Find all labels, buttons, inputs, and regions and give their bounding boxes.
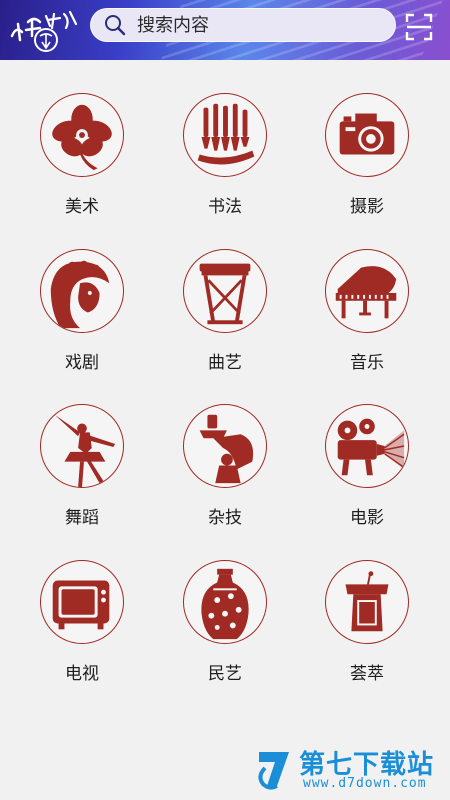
category-label: 荟萃 (350, 664, 384, 684)
category-quyi[interactable]: 曲艺 (170, 249, 280, 389)
podium-papercut-icon[interactable] (325, 560, 409, 644)
scan-icon[interactable] (404, 12, 434, 42)
top-header (0, 0, 450, 60)
search-input[interactable] (137, 14, 395, 36)
camera-papercut-icon[interactable] (325, 93, 409, 177)
search-icon[interactable] (101, 11, 129, 39)
opera-mask-papercut-icon[interactable] (40, 249, 124, 333)
app-logo[interactable] (6, 6, 82, 54)
watermark-url: www.d7down.com (303, 776, 427, 791)
projector-papercut-icon[interactable] (325, 404, 409, 488)
category-label: 电视 (65, 664, 99, 684)
category-photography[interactable]: 摄影 (312, 93, 422, 233)
watermark: 第七下载站 www.d7down.com (255, 744, 445, 796)
category-label: 杂技 (208, 508, 242, 528)
category-label: 曲艺 (208, 353, 242, 373)
piano-papercut-icon[interactable] (325, 249, 409, 333)
category-folk-art[interactable]: 民艺 (170, 560, 280, 700)
category-music[interactable]: 音乐 (312, 249, 422, 389)
flower-papercut-icon[interactable] (40, 93, 124, 177)
category-tv[interactable]: 电视 (27, 560, 137, 700)
television-papercut-icon[interactable] (40, 560, 124, 644)
search-bar[interactable] (90, 8, 396, 42)
category-label: 舞蹈 (65, 508, 99, 528)
category-label: 电影 (350, 508, 384, 528)
vase-papercut-icon[interactable] (183, 560, 267, 644)
category-art[interactable]: 美术 (27, 93, 137, 233)
category-gathering[interactable]: 荟萃 (312, 560, 422, 700)
category-calligraphy[interactable]: 书法 (170, 93, 280, 233)
category-drama[interactable]: 戏剧 (27, 249, 137, 389)
category-label: 音乐 (350, 353, 384, 373)
category-label: 美术 (65, 197, 99, 217)
logo-seal-icon (10, 10, 78, 52)
category-label: 戏剧 (65, 353, 99, 373)
acrobat-papercut-icon[interactable] (183, 404, 267, 488)
category-film[interactable]: 电影 (312, 404, 422, 544)
category-label: 民艺 (208, 664, 242, 684)
category-label: 书法 (208, 197, 242, 217)
watermark-logo-icon (255, 746, 295, 792)
dancer-papercut-icon[interactable] (40, 404, 124, 488)
drum-papercut-icon[interactable] (183, 249, 267, 333)
category-acrobatics[interactable]: 杂技 (170, 404, 280, 544)
category-label: 摄影 (350, 197, 384, 217)
brushes-papercut-icon[interactable] (183, 93, 267, 177)
category-dance[interactable]: 舞蹈 (27, 404, 137, 544)
